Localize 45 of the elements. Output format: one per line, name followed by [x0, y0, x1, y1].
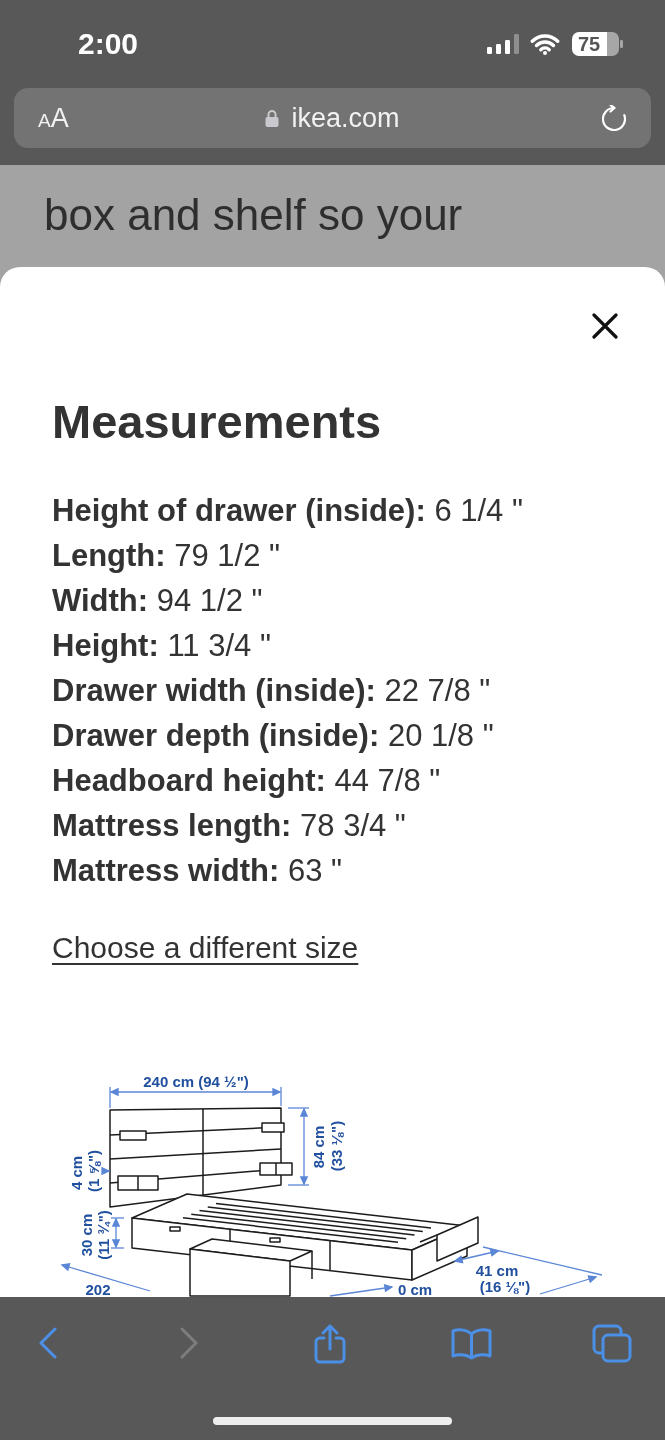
dimension-label: (33 ⅛")	[327, 1120, 345, 1172]
chevron-right-icon	[180, 1327, 198, 1359]
dimension-label: 0 cm	[397, 1280, 433, 1297]
measurement-text: Mattress width: 63 "	[52, 852, 343, 890]
measurement-text: Drawer depth (inside): 20 1/8 "	[52, 717, 494, 755]
reload-icon	[602, 105, 626, 131]
tabs-icon	[592, 1323, 632, 1363]
lock-icon	[265, 109, 280, 127]
url-text: ikea.com	[291, 104, 400, 132]
dimension-arrow	[329, 1283, 394, 1297]
dimension-label: (1 ⅝")	[84, 1149, 102, 1193]
dimension-label: 4 cm	[67, 1155, 85, 1191]
dimension-arrow	[110, 1217, 125, 1249]
dimension-label: 84 cm	[309, 1125, 327, 1169]
dimension-arrow	[453, 1248, 500, 1264]
choose-size-link[interactable]: Choose a different size	[52, 925, 359, 970]
dimension-label: (16 ⅛")	[479, 1277, 531, 1295]
dimension-arrow	[101, 1166, 111, 1176]
dimension-label: (11 ¾")	[94, 1210, 112, 1260]
signal-icon	[487, 34, 520, 54]
battery-icon	[572, 32, 623, 56]
wifi-icon	[530, 33, 560, 55]
page-text: box and shelf so your	[44, 189, 463, 241]
close-icon	[592, 313, 618, 339]
dimension-label: 30 cm	[77, 1213, 95, 1257]
book-icon	[450, 1326, 492, 1360]
measurement-text: Length: 79 1/2 "	[52, 537, 281, 575]
measurement-text: Drawer width (inside): 22 7/8 "	[52, 672, 491, 710]
measurement-text: Height of drawer (inside): 6 1/4 "	[52, 492, 523, 530]
dimension-label: 202	[85, 1280, 111, 1297]
chevron-left-icon	[39, 1327, 57, 1359]
status-time: 2:00	[78, 29, 139, 59]
measurement-text: Height: 11 3/4 "	[52, 627, 271, 665]
dimension-label: 41 cm	[475, 1261, 519, 1279]
reload-button[interactable]	[602, 105, 626, 131]
measurement-text: Headboard height: 44 7/8 "	[52, 762, 441, 800]
battery-percentage: 75	[578, 33, 601, 55]
measurement-text: Mattress length: 78 3/4 "	[52, 807, 406, 845]
dimension-arrow	[539, 1275, 598, 1295]
sheet-title: Measurements	[52, 394, 382, 450]
measurement-text: Width: 94 1/2 "	[52, 582, 263, 620]
share-icon	[314, 1322, 346, 1364]
address-bar[interactable]: AA ikea.com	[14, 88, 651, 148]
dimension-label: 240 cm (94 ½")	[143, 1072, 249, 1090]
text-size-button[interactable]: AA	[38, 104, 69, 132]
